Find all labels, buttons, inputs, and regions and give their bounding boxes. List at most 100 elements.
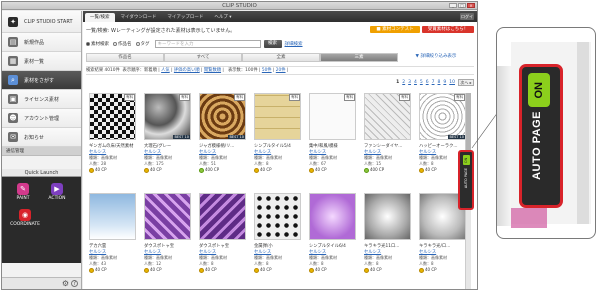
sidebar-item[interactable]: ⌕ 素材をさがす xyxy=(2,71,81,90)
sort-link[interactable]: 閲覧数順 xyxy=(204,68,221,73)
coin-icon xyxy=(199,167,204,173)
material-thumbnail[interactable]: 有料 xyxy=(364,93,411,140)
tab-item[interactable]: 一覧/検索 xyxy=(85,13,115,22)
sidebar-item[interactable]: ✉ お知らせ xyxy=(2,128,81,147)
category-tab[interactable]: ▼ 詳細絞り込み表示 xyxy=(398,53,474,62)
sidebar-item-label: 素材をさがす xyxy=(24,77,55,84)
category-tab[interactable]: 作品名 xyxy=(86,53,164,62)
page-link[interactable]: 10 xyxy=(449,80,455,85)
material-thumbnail[interactable]: 有料 BEST 10 xyxy=(199,93,246,140)
next-page-button[interactable]: 次へ ▸ xyxy=(458,79,474,86)
material-thumbnail[interactable] xyxy=(144,193,191,240)
maximize-button[interactable]: □ xyxy=(458,3,466,8)
search-scope: 素材検索 作品名 タグ xyxy=(86,41,150,47)
quick-launch-item[interactable]: ✎ PAINT xyxy=(8,183,38,201)
page-link[interactable]: 8 xyxy=(438,80,441,85)
material-thumbnail[interactable]: 有料 xyxy=(89,93,136,140)
quick-launch-label: PAINT xyxy=(16,196,30,201)
material-thumbnail[interactable] xyxy=(199,193,246,240)
sidebar-item[interactable]: ☻ アカウント管理 xyxy=(2,109,81,128)
search-scope-radio[interactable]: 素材検索 xyxy=(86,41,109,47)
best-badge: BEST 10 xyxy=(448,135,465,139)
close-button[interactable]: × xyxy=(467,3,475,8)
tab-bar: 一覧/検索 マイダウンロード マイアップロード ヘルプ ▾ ログイン xyxy=(83,11,477,26)
search-scope-radio[interactable]: 作品名 xyxy=(113,41,132,47)
coordinate-app-icon: ◉ xyxy=(19,209,31,221)
coin-icon xyxy=(309,167,314,173)
sort-link[interactable]: 評価の高い順 xyxy=(174,68,200,73)
page-link[interactable]: 1 xyxy=(396,80,399,85)
category-tab[interactable]: 三素 xyxy=(320,53,398,62)
per-page-link[interactable]: 50件 xyxy=(262,68,272,73)
quick-launch-item[interactable]: ▶ ACTION xyxy=(42,183,72,201)
search-button[interactable]: 検索 xyxy=(263,40,282,48)
material-price: 40 CP xyxy=(89,167,138,173)
material-card[interactable]: 有料 BEST 10 大理石/グレー セルシス 種類：画像素材 人数：175 40 CP xyxy=(142,93,193,189)
material-card[interactable]: 有料 ギンガムの床/天然素材 セルシス 種類：画像素材 人数：28 40 CP xyxy=(87,93,138,189)
page-link[interactable]: 2 xyxy=(402,80,405,85)
sort-link[interactable]: 人気 xyxy=(161,68,170,73)
material-thumbnail[interactable] xyxy=(364,193,411,240)
sidebar-item[interactable]: ✦ CLIP STUDIO START xyxy=(2,11,81,33)
material-card[interactable]: 金属弾/小 セルシス 種類：画像素材 人数：8 40 CP xyxy=(252,193,303,289)
price-text: 40 CP xyxy=(150,167,162,172)
sidebar-item[interactable]: ▦ 素材一覧 xyxy=(2,52,81,71)
help-icon[interactable]: ? xyxy=(71,280,78,287)
quick-launch-item[interactable]: ◉ COORDINATE xyxy=(8,209,42,227)
category-tab[interactable]: 全素 xyxy=(242,53,320,62)
price-text: 40 CP xyxy=(425,167,437,172)
price-text: 40 CP xyxy=(150,267,162,272)
search-input[interactable]: キーワードを入力 xyxy=(154,40,261,48)
sidebar-item-label: お知らせ xyxy=(24,134,44,141)
auto-page-on-text: ON xyxy=(533,81,545,99)
tab-item[interactable]: マイダウンロード xyxy=(116,13,162,22)
material-card[interactable]: 有料 BEST 10 ジャガ模様柄/リ... セルシス 種類：画像素材 人数：51 400 … xyxy=(197,93,248,189)
price-text: 40 CP xyxy=(425,267,437,272)
material-card[interactable]: キラキラ光11ロ... セルシス 種類：画像素材 人数：8 40 CP xyxy=(362,193,413,289)
material-card[interactable]: デカ六雲 セルシス 種類：画像素材 人数：43 40 CP xyxy=(87,193,138,289)
sidebar-item[interactable]: ▣ ライセンス素材 xyxy=(2,90,81,109)
auto-page-toggle[interactable]: ON AUTO PAGE xyxy=(458,150,474,210)
advanced-search-link[interactable]: 詳細検索 xyxy=(285,41,303,47)
material-thumbnail[interactable]: 有料 xyxy=(309,93,356,140)
search-scope-radio[interactable]: タグ xyxy=(135,41,150,47)
winners-banner[interactable]: 受賞素材はこちら！ xyxy=(422,26,474,33)
result-count: 検索結果 4010件 xyxy=(86,68,120,73)
material-thumbnail[interactable] xyxy=(309,193,356,240)
sidebar-item[interactable]: ▤ 新規作品 xyxy=(2,33,81,52)
sidebar: ✦ CLIP STUDIO START ▤ 新規作品 ▦ 素材一覧 ⌕ 素材をさがす ▣ ライセン… xyxy=(2,11,82,289)
tab-item[interactable]: ヘルプ ▾ xyxy=(209,13,236,22)
price-text: 40 CP xyxy=(370,267,382,272)
material-thumbnail[interactable]: 有料 BEST 10 xyxy=(144,93,191,140)
material-thumbnail[interactable] xyxy=(254,193,301,240)
page-link[interactable]: 6 xyxy=(426,80,429,85)
page-link[interactable]: 7 xyxy=(432,80,435,85)
material-card[interactable]: 有料 シンプルタイル5/4 セルシス 種類：画像素材 人数：8 40 CP xyxy=(252,93,303,189)
coin-icon xyxy=(419,267,424,273)
notice-icon: ✉ xyxy=(8,132,18,142)
login-button[interactable]: ログイン xyxy=(460,13,474,26)
page-link[interactable]: 5 xyxy=(420,80,423,85)
material-thumbnail[interactable] xyxy=(89,193,136,240)
material-card[interactable]: ダウスポトャ宝 セルシス 種類：画像素材 人数：12 40 CP xyxy=(142,193,193,289)
paid-badge: 有料 xyxy=(399,94,410,101)
per-page-link[interactable]: 20件 xyxy=(276,68,286,73)
filter-row: 検索結果 4010件 表示順序：新着順 | 人気 | 評価の高い順 | 閲覧数順… xyxy=(86,66,474,75)
sidebar-section-header: 通信管理 xyxy=(2,147,81,156)
gear-icon[interactable]: ⚙ xyxy=(62,279,69,288)
material-thumbnail[interactable]: 有料 xyxy=(254,93,301,140)
contest-banner[interactable]: ■ 素材コンテスト xyxy=(370,26,420,33)
material-card[interactable]: 有料 集中/和風/模様 セルシス 種類：画像素材 人数：67 40 CP xyxy=(307,93,358,189)
page-link[interactable]: 4 xyxy=(414,80,417,85)
material-card[interactable]: ダウスポトャ宝 セルシス 種類：画像素材 人数：8 40 CP xyxy=(197,193,248,289)
tab-item[interactable]: マイアップロード xyxy=(162,13,208,22)
material-card[interactable]: 有料 ファンシーダイヤ... セルシス 種類：画像素材 人数：15 400 CP xyxy=(362,93,413,189)
page-link[interactable]: 3 xyxy=(408,80,411,85)
price-text: 40 CP xyxy=(260,267,272,272)
minimize-button[interactable]: _ xyxy=(449,3,457,8)
material-card[interactable]: シンプルタイル6/4 セルシス 種類：画像素材 人数：8 40 CP xyxy=(307,193,358,289)
material-thumbnail[interactable]: 有料 BEST 10 xyxy=(419,93,466,140)
page-link[interactable]: 9 xyxy=(443,80,446,85)
coin-icon xyxy=(254,267,259,273)
category-tab[interactable]: すべて xyxy=(164,53,242,62)
